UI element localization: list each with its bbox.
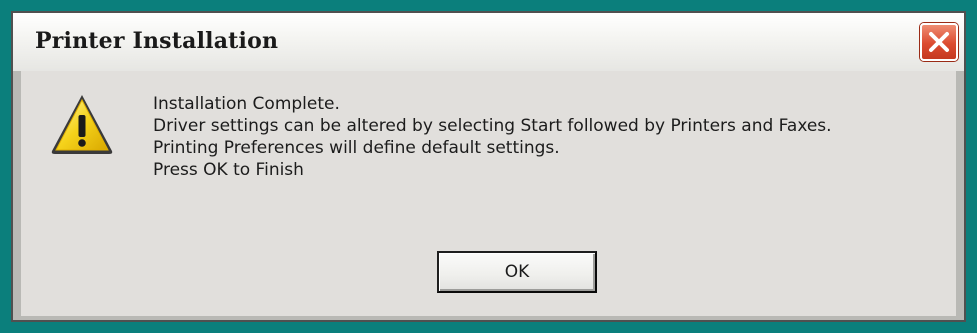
- close-x-icon: [929, 32, 949, 52]
- message-line: Driver settings can be altered by select…: [153, 116, 832, 136]
- dialog-window: Printer Installation Installation Comple…: [11, 11, 966, 322]
- warning-triangle-icon: [51, 95, 113, 154]
- dialog-content: Installation Complete. Driver settings c…: [21, 71, 956, 316]
- message-line: Printing Preferences will define default…: [153, 138, 560, 158]
- window-title: Printer Installation: [35, 28, 279, 54]
- ok-button[interactable]: OK: [437, 251, 597, 293]
- close-button[interactable]: [920, 23, 958, 61]
- message-text: Installation Complete. Driver settings c…: [153, 93, 832, 181]
- message-line: Installation Complete.: [153, 94, 340, 114]
- message-line: Press OK to Finish: [153, 160, 304, 180]
- title-bar[interactable]: Printer Installation: [13, 13, 964, 71]
